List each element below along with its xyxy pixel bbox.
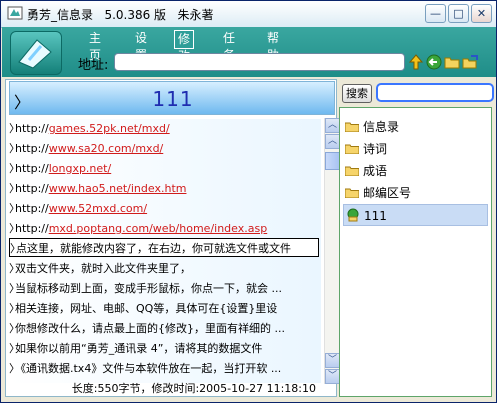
- list-item-selected[interactable]: 〉点这里，就能修改内容了，在右边，你可就选文件或文件: [9, 238, 319, 257]
- folder-icon: [345, 166, 359, 176]
- address-label: 地址:: [78, 58, 109, 73]
- title-bar[interactable]: 勇芳_信息录 5.0.386 版 朱永著 — □ ✕: [1, 1, 496, 28]
- scroll-page-up-icon[interactable]: ︿: [325, 134, 340, 149]
- menu-tasks[interactable]: 任务: [220, 30, 238, 62]
- scroll-thumb[interactable]: [325, 152, 340, 170]
- tree-item[interactable]: 信息录: [343, 116, 488, 138]
- search-input[interactable]: [376, 83, 494, 102]
- maximize-button[interactable]: □: [448, 4, 469, 23]
- menu-settings[interactable]: 设置: [132, 30, 150, 62]
- list-item[interactable]: 〉http://www.hao5.net/index.htm: [9, 179, 319, 198]
- list-item[interactable]: 〉相关连接，网址、电邮、QQ等，具体可在{设置}里设: [9, 299, 319, 318]
- app-icon: [7, 6, 23, 20]
- note-title[interactable]: 111: [10, 87, 336, 111]
- tree-item[interactable]: 邮编区号: [343, 182, 488, 204]
- logo-icon: [10, 31, 62, 75]
- link[interactable]: www.sa20.com/mxd/: [49, 142, 164, 155]
- link[interactable]: games.52pk.net/mxd/: [49, 122, 170, 135]
- folder-tree: 信息录 诗词 成语 邮编区号 111: [339, 107, 492, 397]
- list-item[interactable]: 〉《通讯数据.tx4》文件与本软件放在一起，当打开软 ...: [9, 359, 319, 378]
- link[interactable]: www.hao5.net/index.htm: [49, 182, 187, 195]
- list-item[interactable]: 〉双击文件夹，就时入此文件夹里了，: [9, 259, 319, 278]
- scroll-up-icon[interactable]: ︿: [325, 118, 340, 133]
- scroll-page-down-icon[interactable]: ﹀: [325, 353, 340, 368]
- toolbar: 主页 设置 修改 任务 帮助 地址:: [2, 27, 496, 77]
- list-item[interactable]: 〉http://games.52pk.net/mxd/: [9, 119, 319, 138]
- search-button[interactable]: 搜索: [342, 84, 372, 103]
- close-button[interactable]: ✕: [471, 4, 492, 23]
- window-title: 勇芳_信息录 5.0.386 版 朱永著: [27, 8, 214, 22]
- note-icon: [347, 208, 359, 222]
- address-input[interactable]: [114, 53, 405, 71]
- list-item[interactable]: 〉http://longxp.net/: [9, 159, 319, 178]
- link[interactable]: mxd.poptang.com/web/home/index.asp: [49, 222, 268, 235]
- menu-help[interactable]: 帮助: [264, 30, 282, 62]
- list-item[interactable]: 〉如果你以前用“勇芳_通讯录 4”，请将其的数据文件: [9, 339, 319, 358]
- status-text: 长度:550字节，修改时间:2005-10-27 11:18:10: [71, 382, 316, 395]
- vertical-scrollbar[interactable]: ︿ ︿ ﹀ ﹀: [324, 118, 340, 384]
- folder-icon: [345, 188, 359, 198]
- link[interactable]: longxp.net/: [49, 162, 112, 175]
- scroll-down-icon[interactable]: ﹀: [325, 369, 340, 384]
- folder-icon: [345, 122, 359, 132]
- up-arrow-icon[interactable]: [408, 54, 424, 70]
- list-item[interactable]: 〉当鼠标移动到上面，变成手形鼠标，你点一下，就会 ...: [9, 279, 319, 298]
- back-arrow-icon[interactable]: [426, 54, 442, 70]
- list-item[interactable]: 〉http://mxd.poptang.com/web/home/index.a…: [9, 219, 319, 238]
- tree-item[interactable]: 成语: [343, 160, 488, 182]
- list-item[interactable]: 〉你想修改什么，请点最上面的{修改}，里面有祥细的 ...: [9, 319, 319, 338]
- list-item[interactable]: 〉http://www.52mxd.com/: [9, 199, 319, 218]
- menu-home[interactable]: 主页: [86, 30, 104, 62]
- menu-edit[interactable]: 修改: [174, 30, 195, 63]
- list-item[interactable]: 〉http://www.sa20.com/mxd/: [9, 139, 319, 158]
- tree-item-selected[interactable]: 111: [343, 204, 488, 226]
- folder-open-icon[interactable]: [444, 54, 460, 70]
- note-header: 〉 111: [9, 81, 335, 115]
- folder-icon: [345, 144, 359, 154]
- tree-item[interactable]: 诗词: [343, 138, 488, 160]
- note-pane: 〉 111 〉http://games.52pk.net/mxd/ 〉http:…: [5, 79, 340, 397]
- link[interactable]: www.52mxd.com/: [49, 202, 147, 215]
- app-window: 勇芳_信息录 5.0.386 版 朱永著 — □ ✕ 主页 设置 修改 任务 帮…: [0, 0, 497, 403]
- minimize-button[interactable]: —: [425, 4, 446, 23]
- note-content[interactable]: 〉http://games.52pk.net/mxd/ 〉http://www.…: [9, 119, 321, 383]
- folder-go-icon[interactable]: [462, 54, 478, 70]
